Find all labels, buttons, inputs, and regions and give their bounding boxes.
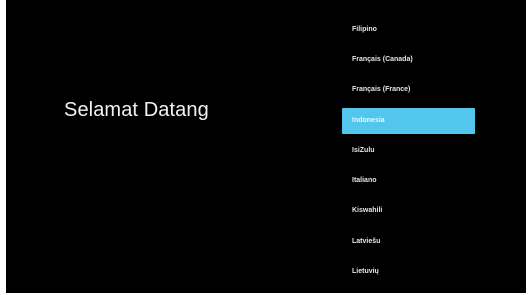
- tv-screen: Selamat Datang Filipino Français (Canada…: [6, 0, 526, 293]
- language-option-francais-canada[interactable]: Français (Canada): [342, 47, 475, 73]
- language-option-filipino[interactable]: Filipino: [342, 17, 475, 43]
- language-option-italiano[interactable]: Italiano: [342, 168, 475, 194]
- language-option-isizulu[interactable]: IsiZulu: [342, 138, 475, 164]
- language-option-latviesu[interactable]: Latviešu: [342, 229, 475, 255]
- language-option-lietuviu[interactable]: Lietuvių: [342, 259, 475, 285]
- language-option-francais-france[interactable]: Français (France): [342, 77, 475, 103]
- language-list[interactable]: Filipino Français (Canada) Français (Fra…: [342, 0, 482, 293]
- welcome-title: Selamat Datang: [64, 99, 209, 121]
- language-option-kiswahili[interactable]: Kiswahili: [342, 198, 475, 224]
- language-option-indonesia[interactable]: Indonesia: [342, 108, 475, 134]
